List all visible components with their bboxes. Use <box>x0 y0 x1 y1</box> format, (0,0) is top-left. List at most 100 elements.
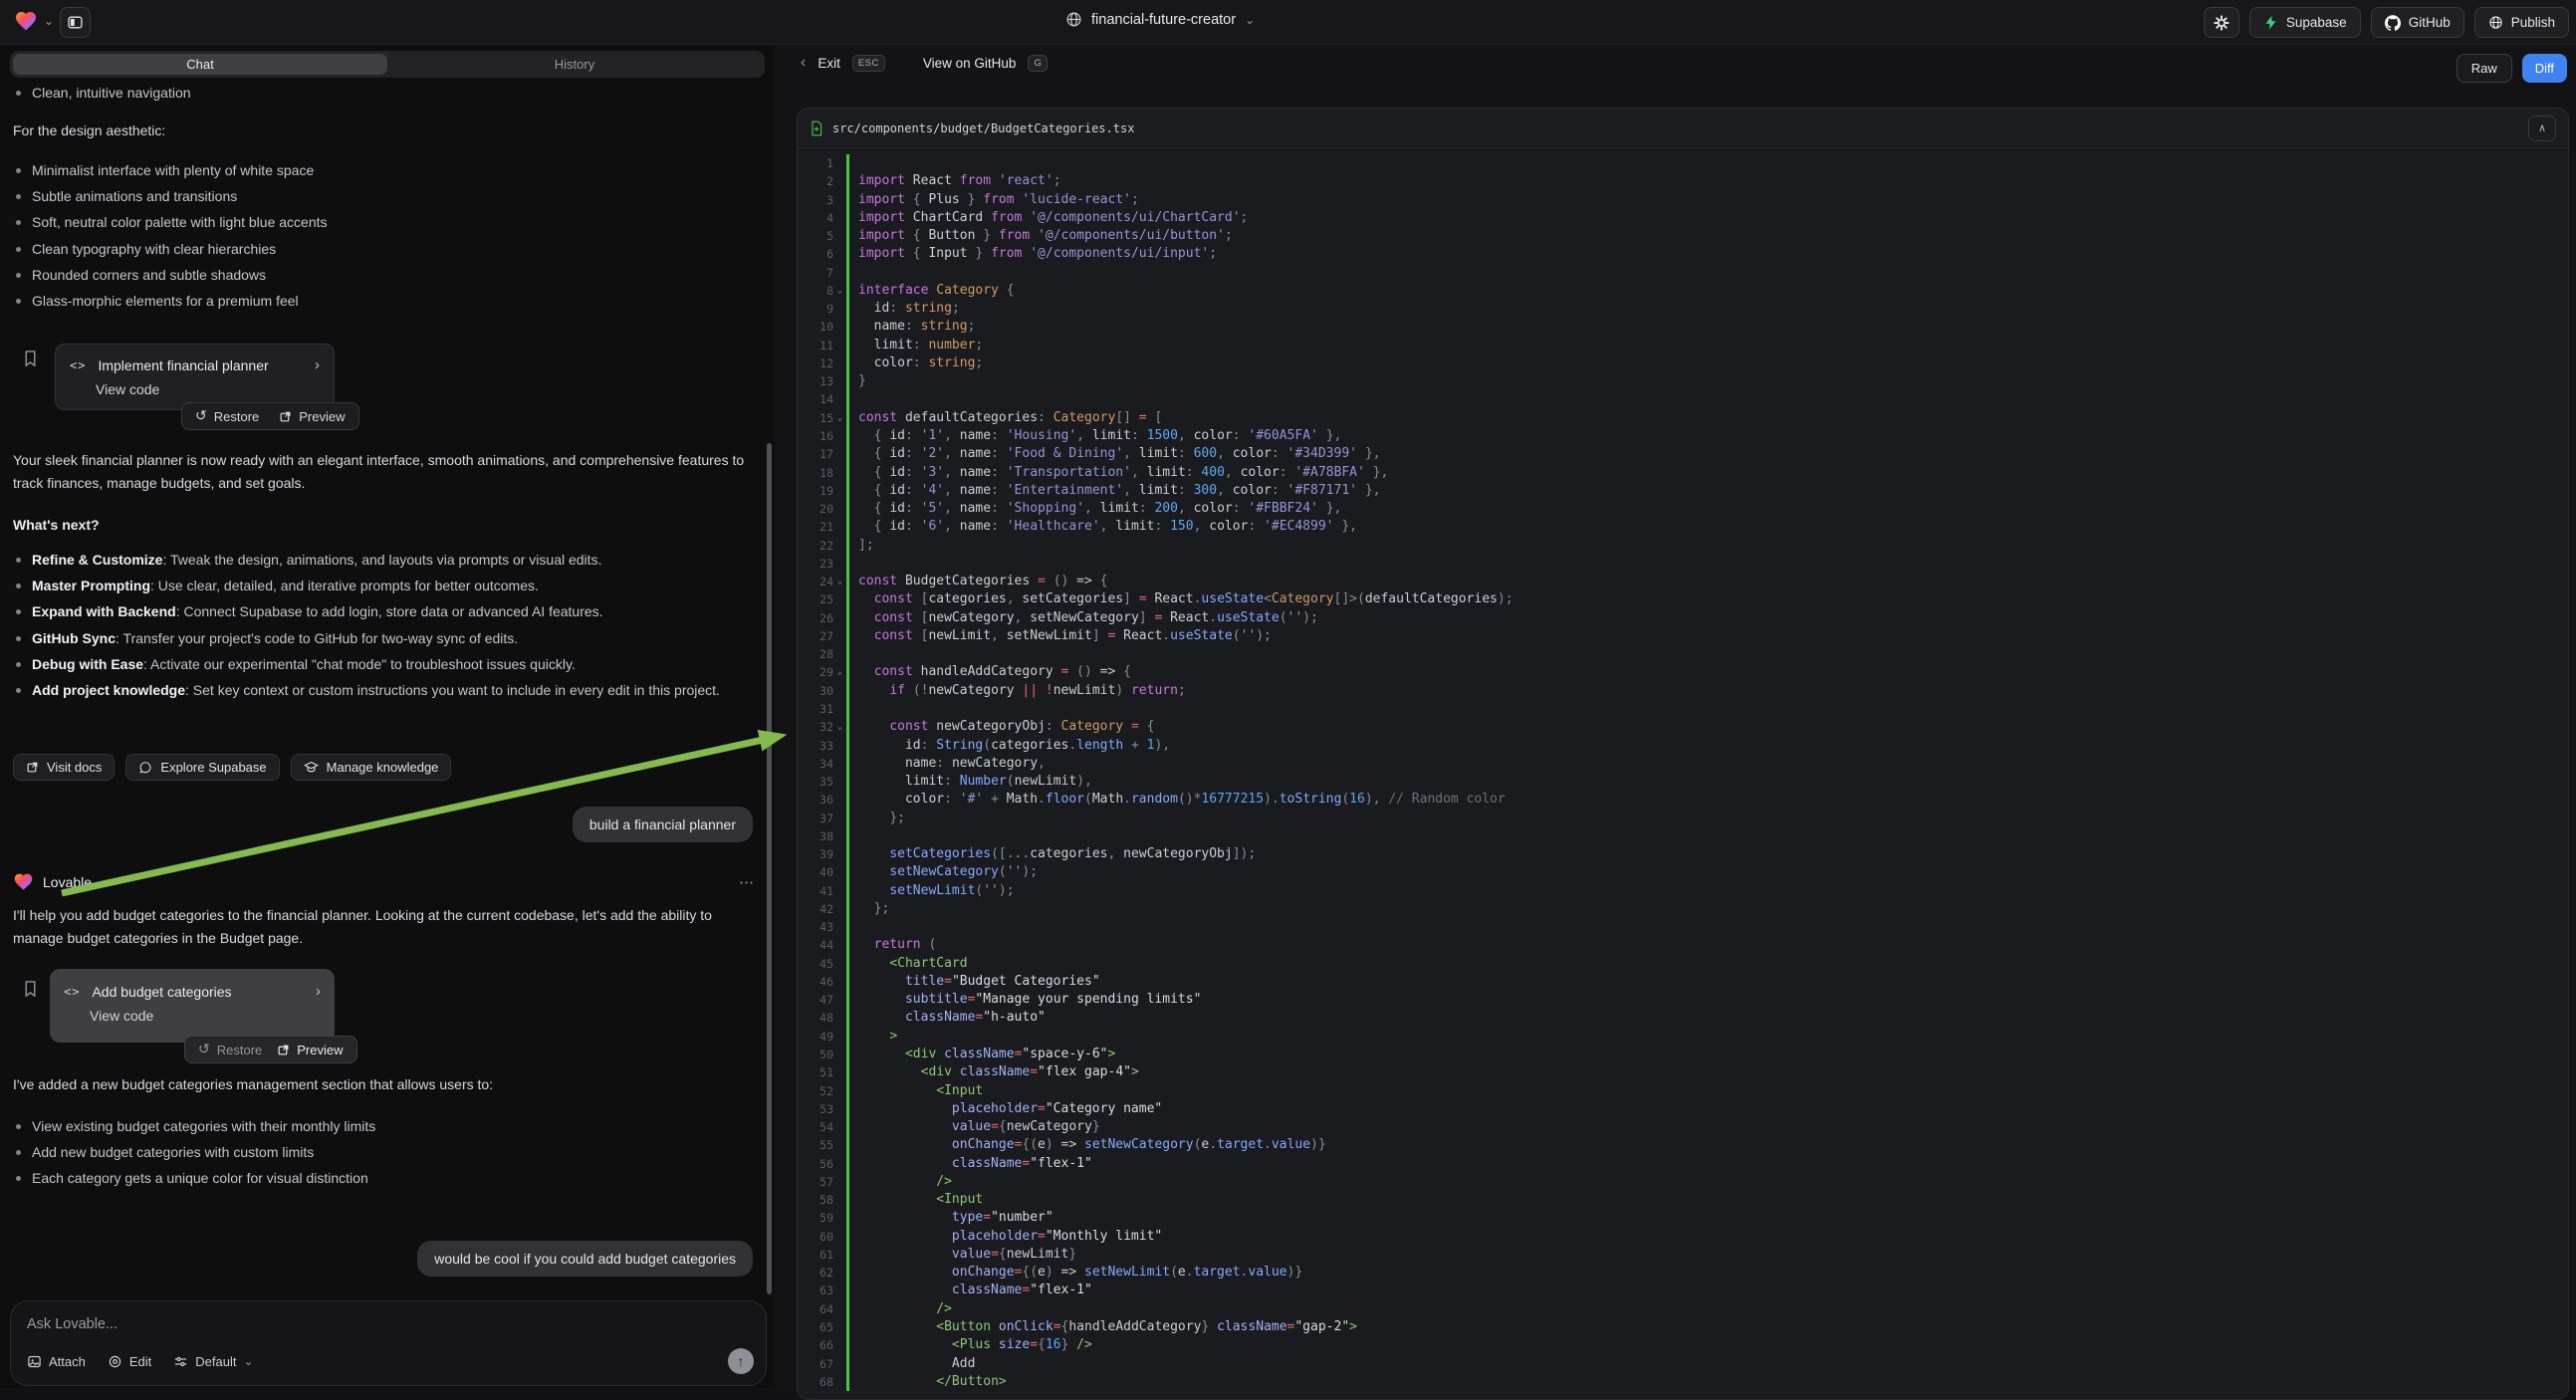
code-line: 1 <box>798 154 2568 172</box>
lovable-logo-menu[interactable]: ⌄ <box>14 9 54 33</box>
added-bullet: Each category gets a unique color for vi… <box>0 1165 755 1191</box>
fold-gutter <box>833 1063 846 1081</box>
user-message-bubble: would be cool if you could add budget ca… <box>417 1241 753 1277</box>
fold-chevron-icon[interactable]: ⌄ <box>833 663 846 681</box>
view-on-github-button[interactable]: View on GitHub <box>923 56 1017 71</box>
fold-chevron-icon[interactable]: ⌄ <box>833 573 846 590</box>
composer[interactable]: Ask Lovable... Attach Edit Default ⌄ ↑ <box>10 1300 767 1386</box>
code-text: id: String(categories.length + 1), <box>846 737 2568 755</box>
code-text: { id: '3', name: 'Transportation', limit… <box>846 464 2568 482</box>
added-bullet: View existing budget categories with the… <box>0 1113 755 1139</box>
fold-gutter <box>833 773 846 791</box>
edit-button[interactable]: Edit <box>108 1354 151 1369</box>
line-number: 42 <box>798 900 833 918</box>
send-button[interactable]: ↑ <box>728 1348 754 1374</box>
code-text: import { Button } from '@/components/ui/… <box>846 227 2568 245</box>
code-line: 18 { id: '3', name: 'Transportation', li… <box>798 464 2568 482</box>
line-number: 51 <box>798 1063 833 1081</box>
external-link-icon <box>277 1044 290 1056</box>
back-chevron-icon[interactable]: ‹ <box>801 54 806 72</box>
line-number: 15 <box>798 409 833 427</box>
code-text: { id: '5', name: 'Shopping', limit: 200,… <box>846 500 2568 518</box>
version-card-add-budget-categories[interactable]: <> Add budget categories › View code <box>50 969 335 1043</box>
publish-button[interactable]: Publish <box>2474 7 2569 38</box>
code-text: { id: '4', name: 'Entertainment', limit:… <box>846 482 2568 500</box>
explore-supabase-button[interactable]: Explore Supabase <box>125 754 279 781</box>
chat-scrollbar[interactable] <box>767 443 772 1294</box>
exit-button[interactable]: Exit <box>818 56 840 71</box>
code-panel-header: ‹ Exit ESC View on GitHub G Raw Diff <box>775 45 2576 92</box>
code-line: 61 value={newLimit} <box>798 1246 2568 1264</box>
code-text: placeholder="Monthly limit" <box>846 1228 2568 1246</box>
code-text <box>846 390 2568 408</box>
code-text: onChange={(e) => setNewLimit(e.target.va… <box>846 1264 2568 1282</box>
code-file-card: src/components/budget/BudgetCategories.t… <box>797 108 2569 1400</box>
code-line: 58 <Input <box>798 1191 2568 1209</box>
fold-gutter <box>833 191 846 209</box>
code-line: 66 <Plus size={16} /> <box>798 1336 2568 1354</box>
preview-button[interactable]: Preview <box>279 409 345 424</box>
design-heading: For the design aesthetic: <box>13 119 165 142</box>
code-line: 30 if (!newCategory || !newLimit) return… <box>798 682 2568 700</box>
settings-button[interactable] <box>2204 7 2239 38</box>
line-number: 49 <box>798 1028 833 1046</box>
code-text: { id: '1', name: 'Housing', limit: 1500,… <box>846 427 2568 445</box>
preview-button[interactable]: Preview <box>277 1043 343 1057</box>
bookmark-icon[interactable] <box>22 349 39 368</box>
fold-chevron-icon[interactable]: ⌄ <box>833 718 846 736</box>
code-line: 55 onChange={(e) => setNewCategory(e.tar… <box>798 1136 2568 1154</box>
next-step-bullet: Expand with Backend: Connect Supabase to… <box>0 598 767 624</box>
design-bullet: Subtle animations and transitions <box>0 183 755 209</box>
line-number: 46 <box>798 973 833 991</box>
code-brackets-icon: <> <box>64 985 80 999</box>
code-line: 3import { Plus } from 'lucide-react'; <box>798 191 2568 209</box>
raw-toggle-button[interactable]: Raw <box>2457 54 2512 83</box>
code-text: <Input <box>846 1191 2568 1209</box>
tab-history[interactable]: History <box>387 54 762 75</box>
added-bullet: Add new budget categories with custom li… <box>0 1139 755 1165</box>
line-number: 2 <box>798 172 833 190</box>
mode-selector[interactable]: Default ⌄ <box>173 1354 253 1369</box>
version-card-implement-financial-planner[interactable]: <> Implement financial planner › View co… <box>55 344 335 410</box>
code-text <box>846 918 2568 936</box>
tab-chat[interactable]: Chat <box>13 54 387 75</box>
restore-button[interactable]: ↺Restore <box>198 1042 262 1057</box>
code-text: import ChartCard from '@/components/ui/C… <box>846 209 2568 227</box>
more-options-icon[interactable]: ⋯ <box>739 873 755 891</box>
github-button[interactable]: GitHub <box>2371 7 2464 38</box>
fold-chevron-icon[interactable]: ⌄ <box>833 409 846 427</box>
line-number: 19 <box>798 482 833 500</box>
fold-gutter <box>833 845 846 863</box>
line-number: 31 <box>798 700 833 718</box>
code-text: setNewLimit(''); <box>846 882 2568 900</box>
view-code-link[interactable]: View code <box>50 1000 335 1024</box>
attach-button[interactable]: Attach <box>27 1354 86 1369</box>
diff-toggle-button[interactable]: Diff <box>2522 54 2567 83</box>
code-text: className="flex-1" <box>846 1155 2568 1173</box>
bookmark-icon[interactable] <box>22 979 39 999</box>
fold-gutter <box>833 227 846 245</box>
toggle-sidebar-button[interactable] <box>60 7 91 38</box>
view-code-link[interactable]: View code <box>56 373 334 397</box>
restore-button[interactable]: ↺Restore <box>195 408 259 424</box>
visit-docs-button[interactable]: Visit docs <box>13 754 115 781</box>
code-text: import { Plus } from 'lucide-react'; <box>846 191 2568 209</box>
fold-gutter <box>833 645 846 663</box>
project-switcher[interactable]: financial-future-creator ⌄ <box>1065 11 1255 28</box>
code-line: 63 className="flex-1" <box>798 1282 2568 1299</box>
file-header[interactable]: src/components/budget/BudgetCategories.t… <box>798 109 2568 148</box>
code-line: 64 /> <box>798 1300 2568 1318</box>
line-number: 14 <box>798 390 833 408</box>
code-text: name: newCategory, <box>846 755 2568 773</box>
code-line: 38 <box>798 827 2568 845</box>
fold-chevron-icon[interactable]: ⌄ <box>833 282 846 300</box>
graduation-cap-icon <box>304 760 319 775</box>
code-editor[interactable]: 12import React from 'react';3import { Pl… <box>798 148 2568 1399</box>
added-file-icon <box>810 120 823 136</box>
code-line: 31 <box>798 700 2568 718</box>
supabase-button[interactable]: Supabase <box>2249 7 2361 38</box>
code-line: 29⌄ const handleAddCategory = () => { <box>798 663 2568 681</box>
collapse-file-button[interactable]: ∧ <box>2528 116 2556 141</box>
assistant-name: Lovable <box>43 874 730 890</box>
manage-knowledge-button[interactable]: Manage knowledge <box>291 754 452 781</box>
